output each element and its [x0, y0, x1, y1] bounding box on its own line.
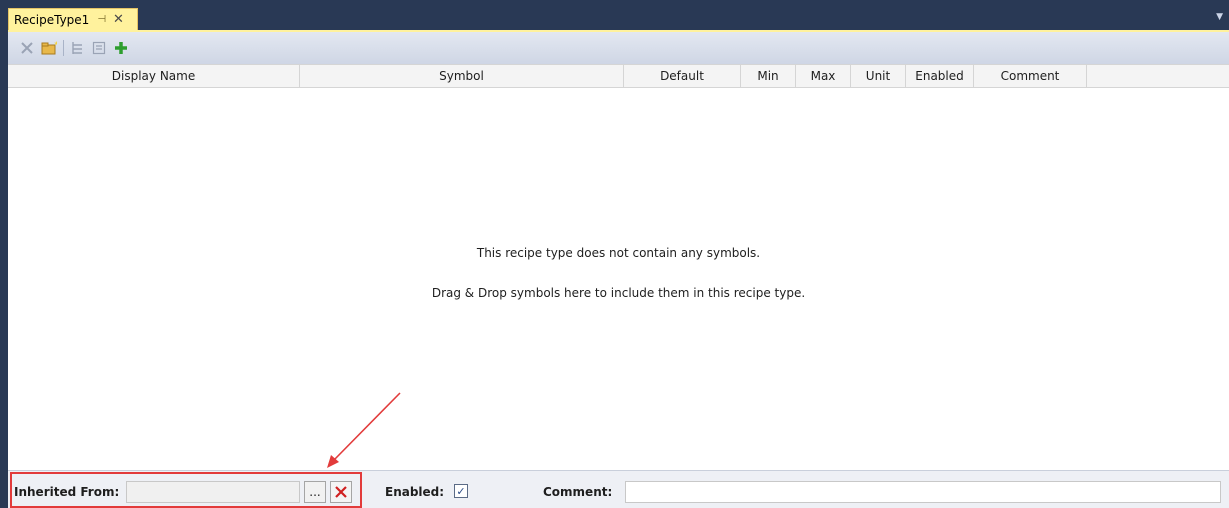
- annotation-arrow: [327, 392, 401, 468]
